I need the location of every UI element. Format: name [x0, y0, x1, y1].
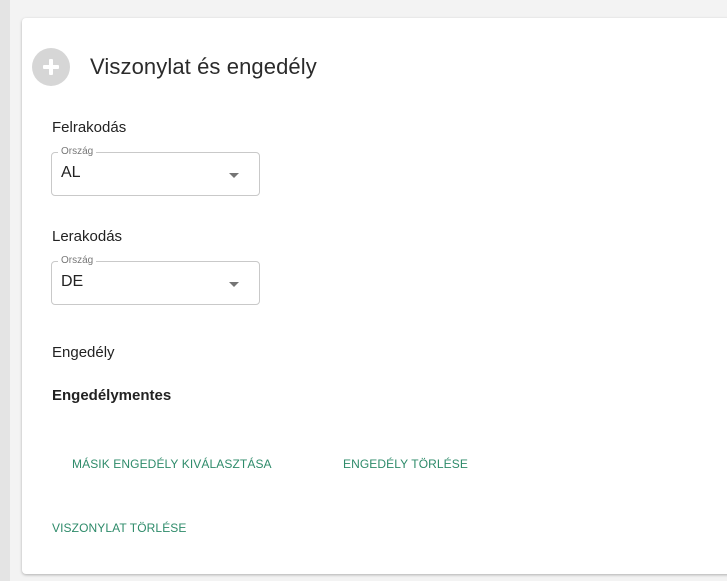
left-panel-edge: [0, 0, 10, 581]
unloading-country-select[interactable]: Ország DE: [51, 255, 260, 305]
loading-country-value: AL: [61, 164, 81, 181]
permit-value: Engedélymentes: [52, 387, 172, 404]
unloading-country-value: DE: [61, 273, 84, 290]
card-header: Viszonylat és engedély: [32, 48, 317, 86]
loading-country-legend: Ország: [58, 146, 97, 158]
select-other-permit-button[interactable]: MÁSIK ENGEDÉLY KIVÁLASZTÁSA: [72, 457, 272, 471]
delete-relation-button[interactable]: VISZONYLAT TÖRLÉSE: [52, 521, 187, 535]
dropdown-arrow-icon: [229, 282, 239, 287]
card-title: Viszonylat és engedély: [90, 54, 317, 79]
loading-label: Felrakodás: [52, 119, 127, 136]
plus-circle-icon[interactable]: [32, 48, 70, 86]
relation-permit-card: Viszonylat és engedély Felrakodás Ország…: [22, 18, 727, 574]
unloading-country-legend: Ország: [58, 255, 97, 267]
delete-permit-button[interactable]: ENGEDÉLY TÖRLÉSE: [343, 457, 468, 471]
permit-label: Engedély: [52, 344, 115, 361]
unloading-label: Lerakodás: [52, 228, 123, 245]
dropdown-arrow-icon: [229, 173, 239, 178]
loading-country-select[interactable]: Ország AL: [51, 146, 260, 196]
